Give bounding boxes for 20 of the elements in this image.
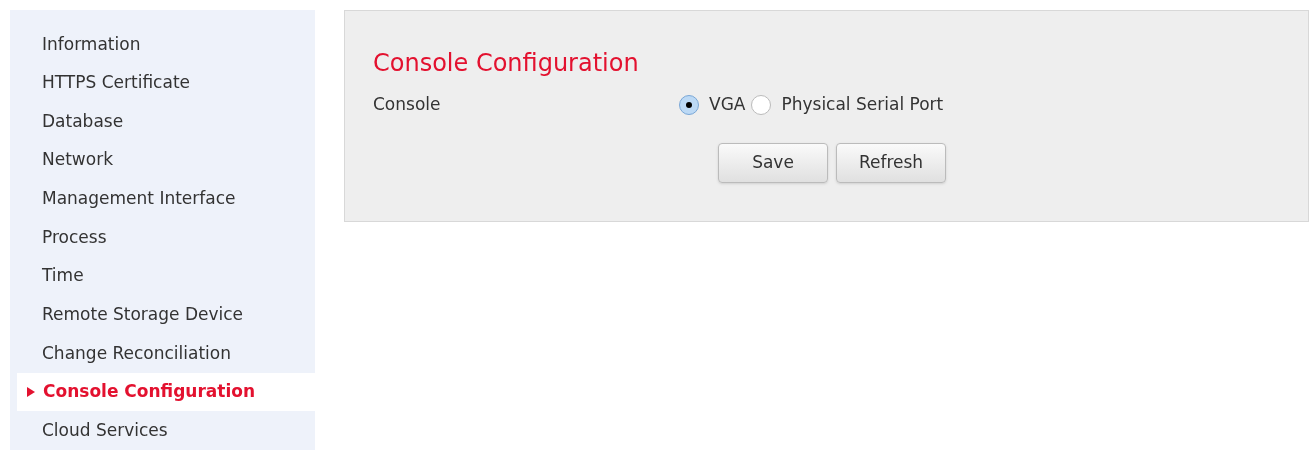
sidebar-item[interactable]: Management Interface <box>10 179 315 219</box>
radio-button[interactable] <box>679 95 699 115</box>
sidebar-item[interactable]: HTTPS Certificate <box>10 63 315 103</box>
caret-icon <box>27 387 35 398</box>
radio-label: VGA <box>709 93 746 117</box>
radio-button[interactable] <box>751 95 772 115</box>
action-button[interactable]: Save <box>718 143 828 183</box>
sidebar-item[interactable]: Time <box>10 256 315 296</box>
sidebar-item[interactable]: Console Configuration <box>17 372 315 412</box>
sidebar-item[interactable]: Process <box>10 218 315 257</box>
sidebar-item[interactable]: Information <box>10 25 315 64</box>
panel-title: Console Configuration <box>373 48 640 79</box>
sidebar-item[interactable]: Database <box>10 102 315 141</box>
radio-label: Physical Serial Port <box>781 93 944 117</box>
sidebar-item[interactable]: Network <box>10 140 315 180</box>
action-button[interactable]: Refresh <box>836 143 946 183</box>
sidebar-item[interactable]: Change Reconciliation <box>10 334 315 373</box>
sidebar-item[interactable]: Remote Storage Device <box>10 295 315 335</box>
sidebar-item[interactable]: Cloud Services <box>10 411 315 450</box>
field-label: Console <box>373 93 442 117</box>
